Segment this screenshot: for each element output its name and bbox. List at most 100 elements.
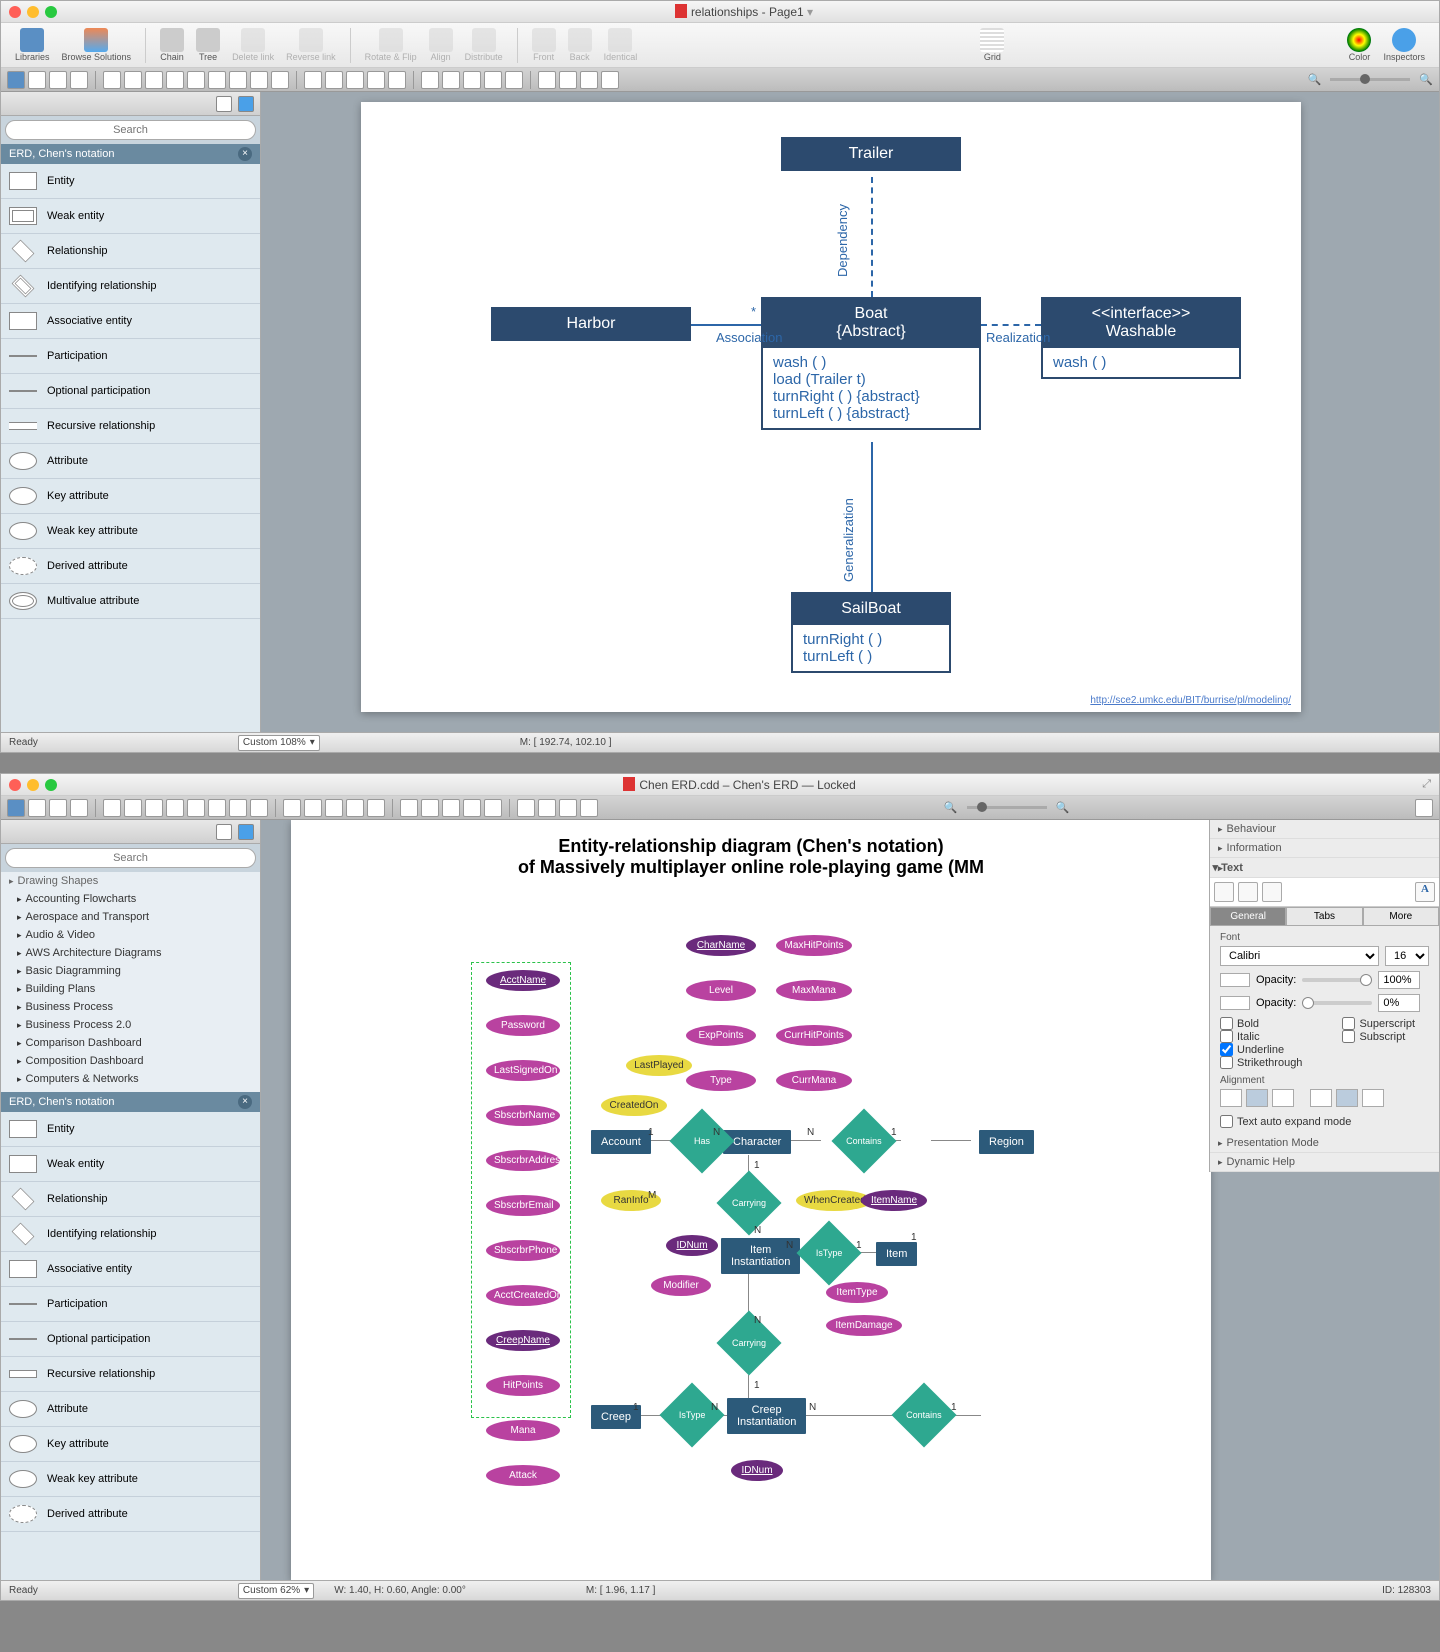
shape-weak-key-attribute[interactable]: Weak key attribute [1, 1462, 260, 1497]
rel-carrying[interactable]: Carrying [716, 1170, 781, 1235]
section-header[interactable]: ERD, Chen's notation× [1, 144, 260, 164]
magic-tool[interactable] [601, 71, 619, 89]
grid-view-button[interactable] [216, 96, 232, 112]
tree-item[interactable]: Business Process [1, 998, 260, 1016]
reverse-link-button[interactable]: Reverse link [282, 28, 340, 62]
shape-attribute[interactable]: Attribute [1, 1392, 260, 1427]
tool-a[interactable] [103, 799, 121, 817]
section-close-icon[interactable]: × [238, 147, 252, 161]
shape-identifying-relationship[interactable]: Identifying relationship [1, 1217, 260, 1252]
section-header[interactable]: ERD, Chen's notation× [1, 1092, 260, 1112]
tool-i[interactable] [283, 799, 301, 817]
opacity-slider-2[interactable] [1302, 1001, 1372, 1005]
zoom-slider[interactable] [967, 806, 1047, 809]
underline-checkbox[interactable]: Underline [1220, 1043, 1302, 1056]
search-shapes-button[interactable] [238, 96, 254, 112]
color-button[interactable]: Color [1343, 28, 1375, 62]
attr-idnum[interactable]: IDNum [666, 1235, 718, 1256]
tree-item[interactable]: Composition Dashboard [1, 1052, 260, 1070]
bold-checkbox[interactable]: Bold [1220, 1017, 1302, 1030]
shape-recursive-relationship[interactable]: Recursive relationship [1, 409, 260, 444]
uml-boat[interactable]: Boat {Abstract} [763, 299, 979, 347]
section-close-icon[interactable]: × [238, 1095, 252, 1109]
presentation-mode[interactable]: Presentation Mode [1210, 1134, 1439, 1153]
entity-region[interactable]: Region [979, 1130, 1034, 1154]
browse-solutions-button[interactable]: Browse Solutions [58, 28, 136, 62]
opacity-slider-1[interactable] [1302, 978, 1372, 982]
zoom-in-tool[interactable] [538, 71, 556, 89]
tool-c[interactable] [145, 799, 163, 817]
inspectors-button[interactable]: Inspectors [1379, 28, 1429, 62]
arc-tool-2[interactable] [442, 71, 460, 89]
valign-bottom[interactable] [1362, 1089, 1384, 1107]
close-icon[interactable] [9, 6, 21, 18]
libraries-button[interactable]: Libraries [11, 28, 54, 62]
tab-general[interactable]: General [1210, 907, 1286, 926]
auto-expand-checkbox[interactable]: Text auto expand mode [1220, 1115, 1429, 1128]
minimize-icon[interactable] [27, 6, 39, 18]
shape-multivalue-attribute[interactable]: Multivalue attribute [1, 584, 260, 619]
arc-tool-4[interactable] [484, 71, 502, 89]
zoom-control[interactable]: Custom 62% ▾ [238, 1583, 314, 1599]
zoom-in-icon[interactable]: 🔍 [1056, 801, 1070, 814]
zoom-out-tool[interactable] [559, 71, 577, 89]
tool-m[interactable] [367, 799, 385, 817]
shape-optional-participation[interactable]: Optional participation [1, 374, 260, 409]
attr-modifier[interactable]: Modifier [651, 1275, 711, 1296]
attr-exppoints[interactable]: ExpPoints [686, 1025, 756, 1046]
attr-itemdamage[interactable]: ItemDamage [826, 1315, 902, 1336]
shape-associative-entity[interactable]: Associative entity [1, 304, 260, 339]
opacity-value-2[interactable] [1378, 994, 1420, 1012]
ellipse-tool[interactable] [49, 71, 67, 89]
connector-tool-8[interactable] [250, 71, 268, 89]
grid-button[interactable]: Grid [976, 28, 1008, 62]
zoom-out-icon[interactable]: 🔍 [944, 801, 958, 814]
shape-weak-key-attribute[interactable]: Weak key attribute [1, 514, 260, 549]
italic-checkbox[interactable]: Italic [1220, 1030, 1302, 1043]
uml-sailboat[interactable]: SailBoat [793, 594, 949, 624]
entity-creep-inst[interactable]: Creep Instantiation [727, 1398, 806, 1434]
attr-acctname[interactable]: AcctName [486, 970, 560, 991]
shape-entity[interactable]: Entity [1, 164, 260, 199]
entity-account[interactable]: Account [591, 1130, 651, 1154]
tool-q[interactable] [463, 799, 481, 817]
tool-n[interactable] [400, 799, 418, 817]
tree-item[interactable]: Comparison Dashboard [1, 1034, 260, 1052]
tree-item[interactable]: Aerospace and Transport [1, 908, 260, 926]
inspector-text[interactable]: ▾ Text [1210, 858, 1439, 878]
zoom-slider[interactable] [1330, 78, 1410, 81]
delete-link-button[interactable]: Delete link [228, 28, 278, 62]
attr-maxmana[interactable]: MaxMana [776, 980, 852, 1001]
shape-relationship[interactable]: Relationship [1, 1182, 260, 1217]
shape-tool[interactable] [70, 71, 88, 89]
reference-link[interactable]: http://sce2.umkc.edu/BIT/burrise/pl/mode… [1090, 695, 1291, 706]
tool-p[interactable] [442, 799, 460, 817]
zoom-out-tool[interactable] [538, 799, 556, 817]
attr-itemtype[interactable]: ItemType [826, 1282, 888, 1303]
arc-tool-1[interactable] [421, 71, 439, 89]
shape-associative-entity[interactable]: Associative entity [1, 1252, 260, 1287]
tool-f[interactable] [208, 799, 226, 817]
inspector-behaviour[interactable]: Behaviour [1210, 820, 1439, 839]
tool-k[interactable] [325, 799, 343, 817]
shape-derived-attribute[interactable]: Derived attribute [1, 1497, 260, 1532]
shape-weak-entity[interactable]: Weak entity [1, 199, 260, 234]
tool-e[interactable] [187, 799, 205, 817]
connector-tool-2[interactable] [124, 71, 142, 89]
close-icon[interactable] [9, 779, 21, 791]
dynamic-help[interactable]: Dynamic Help [1210, 1153, 1439, 1172]
arc-tool-3[interactable] [463, 71, 481, 89]
shape-relationship[interactable]: Relationship [1, 234, 260, 269]
line-tool-1[interactable] [304, 71, 322, 89]
attr-level[interactable]: Level [686, 980, 756, 1001]
tree-item[interactable]: Building Plans [1, 980, 260, 998]
tool-h[interactable] [250, 799, 268, 817]
attr-lastsignedon[interactable]: LastSignedOn [486, 1060, 560, 1081]
minimize-icon[interactable] [27, 779, 39, 791]
attr-mana[interactable]: Mana [486, 1420, 560, 1441]
line-tool-3[interactable] [346, 71, 364, 89]
attr-maxhitpoints[interactable]: MaxHitPoints [776, 935, 852, 956]
font-size-select[interactable]: 16 [1385, 946, 1429, 966]
canvas-area[interactable]: Trailer Harbor Boat {Abstract} wash ( ) … [261, 92, 1439, 732]
grid-view-button[interactable] [216, 824, 232, 840]
